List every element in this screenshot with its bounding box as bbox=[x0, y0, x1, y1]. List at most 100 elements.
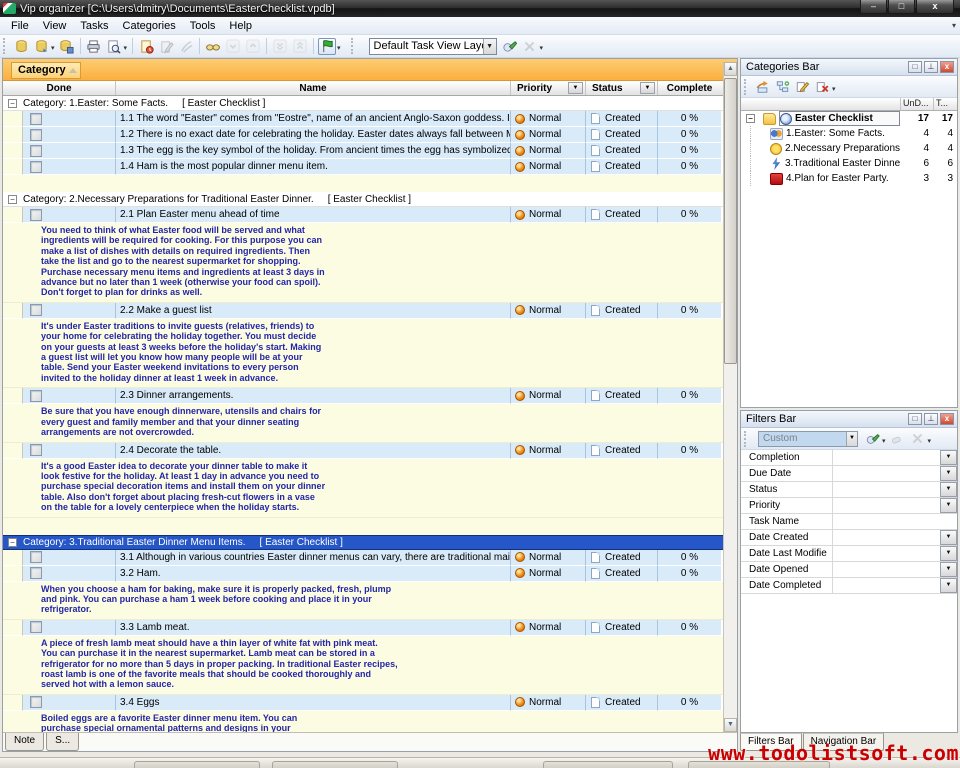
priority-cell[interactable]: Normal bbox=[511, 566, 586, 582]
collapse-icon[interactable]: − bbox=[8, 538, 17, 547]
tree-category-row[interactable]: 4.Plan for Easter Party.33 bbox=[741, 171, 957, 186]
status-cell[interactable]: Created bbox=[586, 443, 658, 459]
layout-combo-dropdown-icon[interactable]: ▼ bbox=[483, 39, 496, 54]
task-name-cell[interactable]: 3.2 Ham. bbox=[116, 566, 511, 582]
panel-close-icon[interactable]: x bbox=[940, 61, 954, 73]
group-by-category-tab[interactable]: Category bbox=[11, 62, 81, 79]
task-note[interactable]: When you choose a ham for baking, make s… bbox=[3, 582, 723, 620]
status-cell[interactable]: Created bbox=[586, 566, 658, 582]
taskbar-button[interactable] bbox=[134, 761, 260, 768]
done-checkbox[interactable] bbox=[30, 567, 42, 579]
category-group-row[interactable]: −Category: 3.Traditional Easter Dinner M… bbox=[3, 535, 723, 550]
filter-value-field[interactable] bbox=[833, 530, 940, 545]
task-row[interactable]: 2.4 Decorate the table.NormalCreated0 % bbox=[3, 443, 723, 459]
task-note[interactable]: A piece of fresh lamb meat should have a… bbox=[3, 636, 723, 695]
filter-dropdown-icon[interactable]: ▼ bbox=[940, 482, 957, 497]
print-dropdown-icon[interactable]: ▾ bbox=[124, 44, 128, 52]
delete-task-icon[interactable] bbox=[177, 38, 195, 55]
filter-value-field[interactable] bbox=[833, 450, 940, 465]
grid-tab-subtasks[interactable]: S... bbox=[46, 733, 79, 751]
priority-cell[interactable]: Normal bbox=[511, 127, 586, 143]
delete-category-icon[interactable] bbox=[813, 78, 831, 95]
open-database-dropdown-icon[interactable]: ▾ bbox=[51, 44, 55, 52]
status-cell[interactable]: Created bbox=[586, 143, 658, 159]
task-row[interactable]: 2.2 Make a guest listNormalCreated0 % bbox=[3, 303, 723, 319]
panel-pin-icon[interactable]: ⊥ bbox=[924, 61, 938, 73]
filters-maximize-icon[interactable]: □ bbox=[908, 413, 922, 425]
move-up-icon[interactable] bbox=[244, 38, 262, 55]
new-database-icon[interactable] bbox=[12, 38, 30, 55]
close-button[interactable]: x bbox=[916, 0, 954, 14]
maximize-button[interactable]: □ bbox=[888, 0, 915, 14]
status-cell[interactable]: Created bbox=[586, 111, 658, 127]
undone-column-header[interactable]: UnD... bbox=[900, 98, 933, 110]
filter-dropdown-icon[interactable]: ▼ bbox=[940, 578, 957, 593]
filter-value-field[interactable] bbox=[833, 578, 940, 593]
filter-dropdown-icon[interactable]: ▼ bbox=[940, 466, 957, 481]
task-row[interactable]: 3.1 Although in various countries Easter… bbox=[3, 550, 723, 566]
layout-toolbar-overflow-icon[interactable]: ▾ bbox=[540, 44, 544, 52]
filter-dropdown-icon[interactable]: ▼ bbox=[940, 498, 957, 513]
priority-cell[interactable]: Normal bbox=[511, 111, 586, 127]
menubar-overflow-icon[interactable]: ▾ bbox=[952, 21, 956, 30]
task-name-cell[interactable]: 1.1 The word "Easter" comes from "Eostre… bbox=[116, 111, 511, 127]
scrollbar-thumb[interactable] bbox=[724, 78, 737, 364]
task-row[interactable]: 3.2 Ham.NormalCreated0 % bbox=[3, 566, 723, 582]
save-layout-icon[interactable] bbox=[501, 38, 519, 55]
minimize-button[interactable]: – bbox=[860, 0, 887, 14]
scroll-down-icon[interactable]: ▼ bbox=[724, 718, 737, 732]
new-subcategory-icon[interactable] bbox=[773, 78, 791, 95]
task-note[interactable]: It's a good Easter idea to decorate your… bbox=[3, 459, 723, 518]
done-checkbox[interactable] bbox=[30, 551, 42, 563]
priority-cell[interactable]: Normal bbox=[511, 303, 586, 319]
menu-tasks[interactable]: Tasks bbox=[73, 18, 115, 34]
tree-category-row[interactable]: 1.Easter: Some Facts.44 bbox=[741, 126, 957, 141]
task-note[interactable]: Boiled eggs are a favorite Easter dinner… bbox=[3, 711, 723, 732]
header-complete[interactable]: Complete bbox=[658, 81, 721, 95]
priority-cell[interactable]: Normal bbox=[511, 159, 586, 175]
tree-collapse-icon[interactable]: − bbox=[746, 114, 755, 123]
task-note[interactable]: You need to think of what Easter food wi… bbox=[3, 223, 723, 303]
done-checkbox[interactable] bbox=[30, 209, 42, 221]
move-down-icon[interactable] bbox=[224, 38, 242, 55]
header-priority[interactable]: Priority▼ bbox=[511, 81, 586, 95]
task-row[interactable]: 1.4 Ham is the most popular dinner menu … bbox=[3, 159, 723, 175]
done-checkbox[interactable] bbox=[30, 145, 42, 157]
filter-dropdown-icon[interactable]: ▼ bbox=[940, 530, 957, 545]
move-bottom-icon[interactable] bbox=[271, 38, 289, 55]
menu-categories[interactable]: Categories bbox=[116, 18, 183, 34]
menu-tools[interactable]: Tools bbox=[183, 18, 223, 34]
tree-category-row[interactable]: 3.Traditional Easter Dinner M66 bbox=[741, 156, 957, 171]
grid-tab-note[interactable]: Note bbox=[5, 733, 44, 751]
delete-filter-icon[interactable] bbox=[909, 430, 927, 447]
status-cell[interactable]: Created bbox=[586, 388, 658, 404]
category-group-row[interactable]: −Category: 2.Necessary Preparations for … bbox=[3, 192, 723, 207]
filter-value-field[interactable] bbox=[833, 562, 940, 577]
task-name-cell[interactable]: 2.1 Plan Easter menu ahead of time bbox=[116, 207, 511, 223]
filter-dropdown-icon[interactable]: ▼ bbox=[940, 450, 957, 465]
priority-cell[interactable]: Normal bbox=[511, 695, 586, 711]
priority-cell[interactable]: Normal bbox=[511, 443, 586, 459]
priority-cell[interactable]: Normal bbox=[511, 143, 586, 159]
filter-value-field[interactable] bbox=[833, 482, 940, 497]
menu-file[interactable]: File bbox=[4, 18, 36, 34]
tree-category-row[interactable]: 2.Necessary Preparations fo44 bbox=[741, 141, 957, 156]
task-row[interactable]: 2.3 Dinner arrangements.NormalCreated0 % bbox=[3, 388, 723, 404]
status-cell[interactable]: Created bbox=[586, 207, 658, 223]
task-name-cell[interactable]: 2.3 Dinner arrangements. bbox=[116, 388, 511, 404]
status-filter-dropdown-icon[interactable]: ▼ bbox=[640, 82, 655, 94]
task-name-cell[interactable]: 3.1 Although in various countries Easter… bbox=[116, 550, 511, 566]
taskbar-button[interactable] bbox=[272, 761, 398, 768]
task-name-cell[interactable]: 1.2 There is no exact date for celebrati… bbox=[116, 127, 511, 143]
filter-value-field[interactable] bbox=[833, 514, 957, 529]
status-cell[interactable]: Created bbox=[586, 127, 658, 143]
collapse-icon[interactable]: − bbox=[8, 195, 17, 204]
layout-combo[interactable]: Default Task View Layout ▼ bbox=[369, 38, 497, 55]
taskbar-button[interactable] bbox=[543, 761, 673, 768]
task-name-cell[interactable]: 1.3 The egg is the key symbol of the hol… bbox=[116, 143, 511, 159]
status-cell[interactable]: Created bbox=[586, 303, 658, 319]
vertical-scrollbar[interactable]: ▲ ▼ bbox=[723, 62, 737, 732]
done-checkbox[interactable] bbox=[30, 444, 42, 456]
done-checkbox[interactable] bbox=[30, 696, 42, 708]
panel-maximize-icon[interactable]: □ bbox=[908, 61, 922, 73]
